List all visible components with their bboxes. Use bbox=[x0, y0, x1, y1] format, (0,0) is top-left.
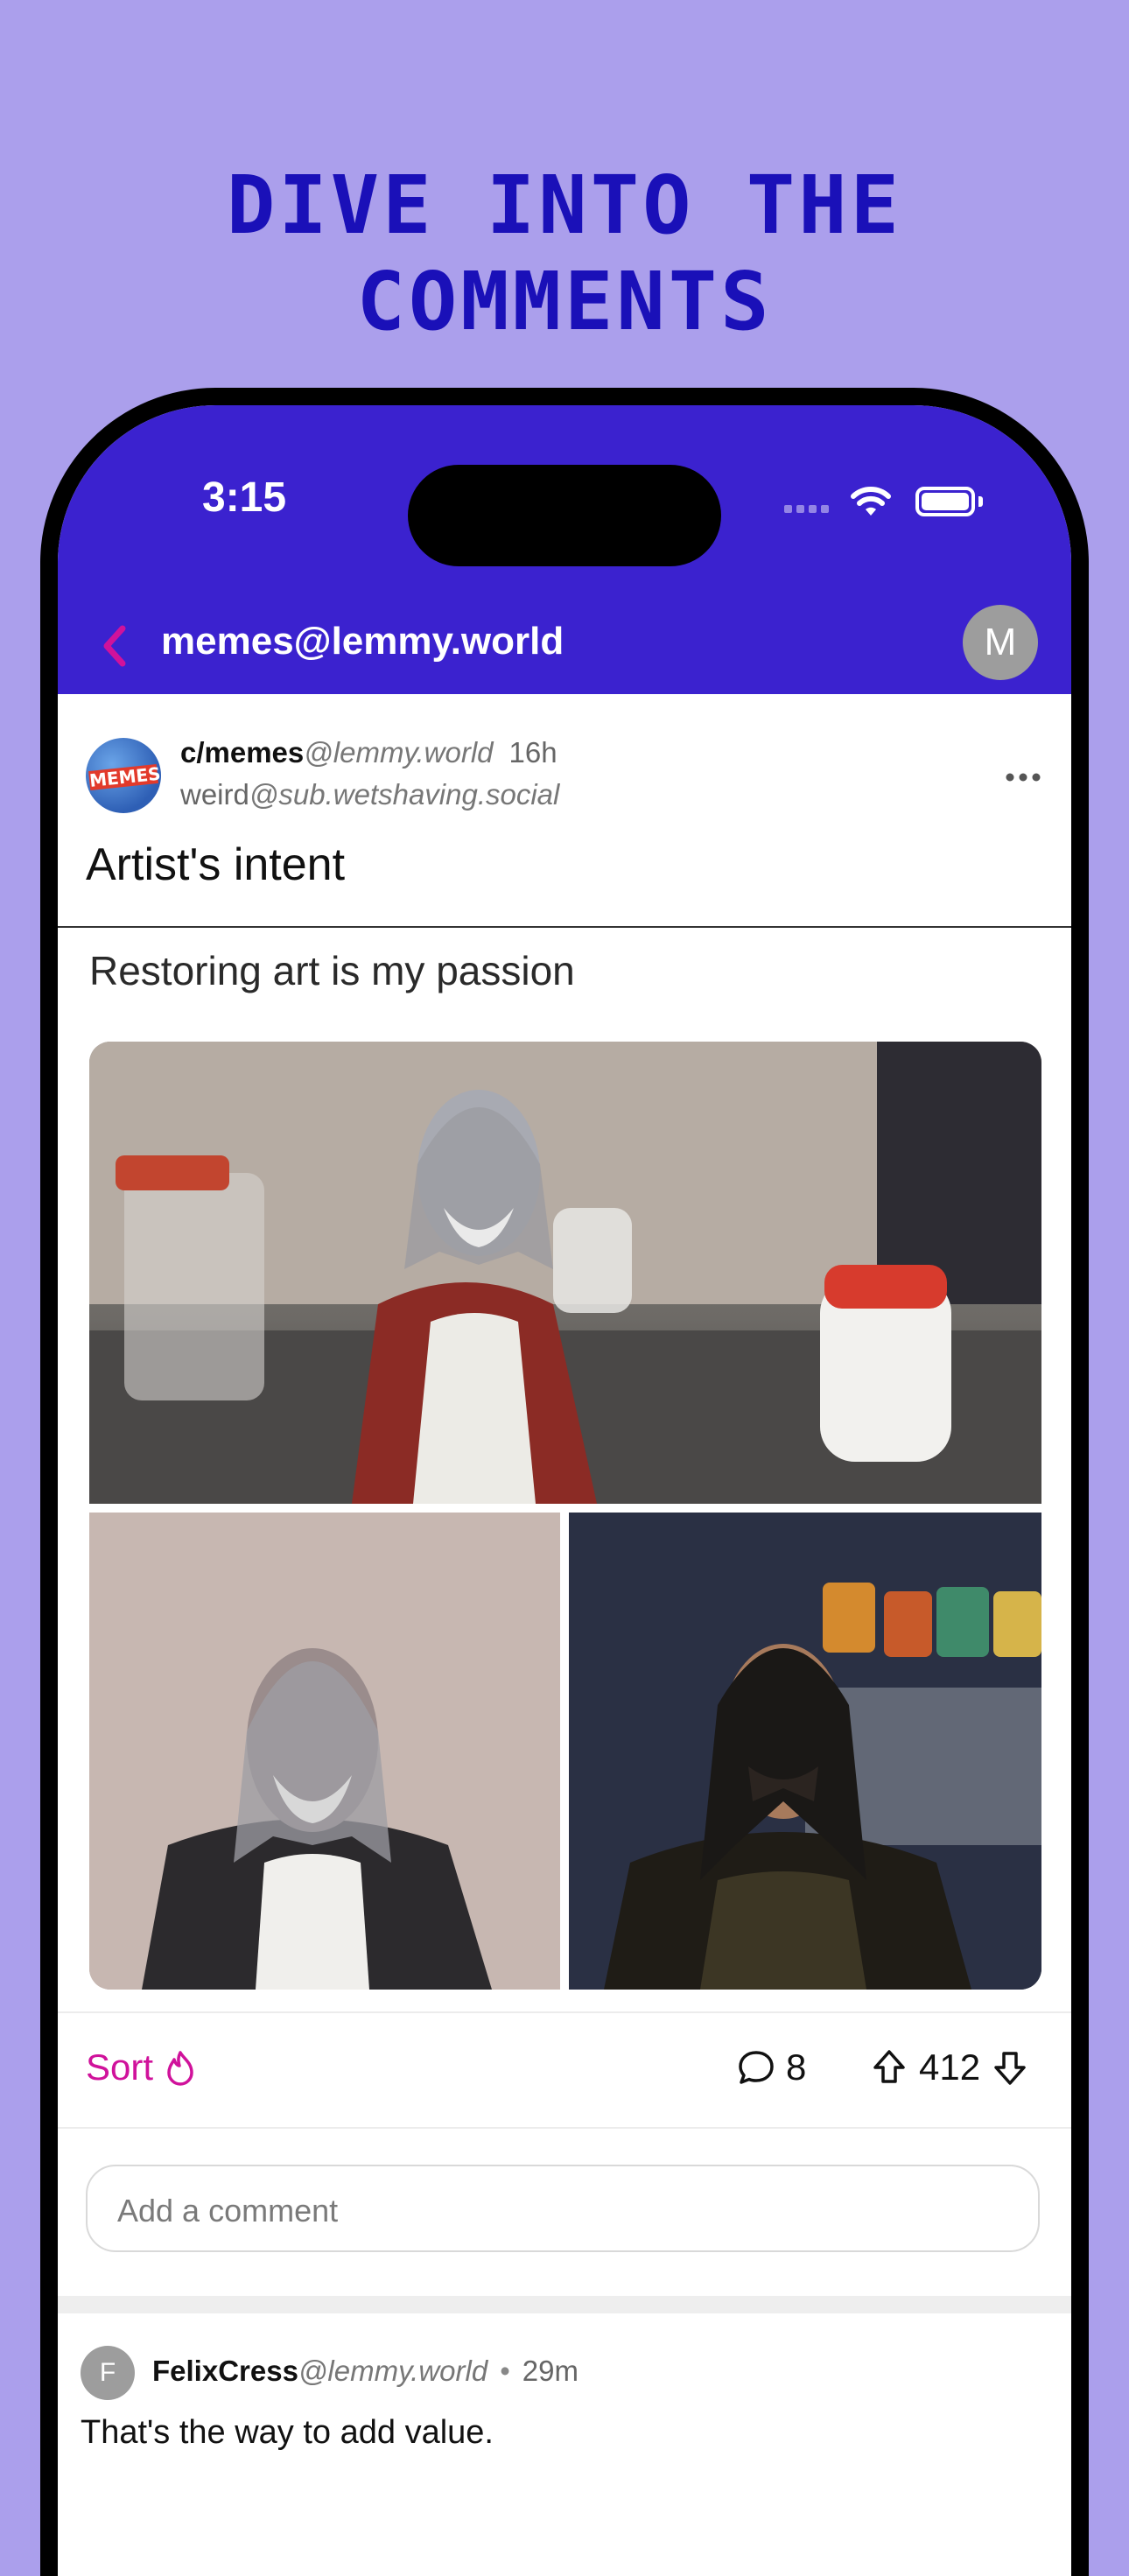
ellipsis-icon[interactable] bbox=[1001, 764, 1045, 790]
promo-headline: DIVE INTO THE COMMENTS bbox=[226, 158, 903, 348]
post-score: 412 bbox=[919, 2046, 981, 2088]
comment-count-button[interactable]: 8 bbox=[737, 2046, 806, 2088]
meta-separator: • bbox=[500, 2355, 510, 2387]
status-time: 3:15 bbox=[202, 474, 287, 521]
statue-photo-after bbox=[89, 1513, 560, 1990]
post-author-line: weird@sub.wetshaving.social bbox=[180, 778, 559, 811]
author-instance[interactable]: @sub.wetshaving.social bbox=[249, 778, 560, 811]
commenter-instance[interactable]: @lemmy.world bbox=[298, 2355, 487, 2387]
vote-controls: 412 bbox=[872, 2046, 1027, 2088]
comment-input[interactable]: Add a comment bbox=[86, 2165, 1040, 2252]
post-title: Artist's intent bbox=[86, 839, 346, 890]
commenter-name[interactable]: FelixCress bbox=[152, 2355, 298, 2387]
battery-icon bbox=[915, 487, 975, 516]
comment-age: 29m bbox=[522, 2355, 579, 2387]
community-title[interactable]: memes@lemmy.world bbox=[161, 615, 564, 668]
comment-count: 8 bbox=[786, 2046, 807, 2088]
nav-bar: memes@lemmy.world M bbox=[58, 593, 1071, 694]
comment-body: That's the way to add value. bbox=[81, 2414, 494, 2451]
post-header: MEMES c/memes@lemmy.world 16h weird@sub.w… bbox=[58, 694, 1071, 926]
battery-cap bbox=[978, 496, 983, 507]
post-community-line: c/memes@lemmy.world 16h bbox=[180, 736, 557, 769]
post-action-bar: Sort 8 412 bbox=[58, 2011, 1071, 2129]
statue-photo-before bbox=[89, 1042, 1041, 1504]
downvote-arrow-icon[interactable] bbox=[992, 2048, 1027, 2087]
back-chevron-icon[interactable] bbox=[93, 620, 137, 672]
post-image[interactable]: Restoring art is my passion bbox=[58, 926, 1071, 2013]
comment-meta: FelixCress@lemmy.world • 29m bbox=[152, 2355, 579, 2388]
post-age: 16h bbox=[508, 736, 557, 769]
phone-frame: 3:15 memes@lemmy.world M MEMES c/memes@l… bbox=[40, 388, 1089, 2576]
comment-item: F FelixCress@lemmy.world • 29m That's the … bbox=[58, 2313, 1071, 2488]
statue-photo-lemmy bbox=[569, 1513, 1041, 1990]
comment-bubble-icon bbox=[739, 2051, 774, 2084]
image-caption-text: Restoring art is my passion bbox=[89, 948, 575, 993]
sort-button[interactable]: Sort bbox=[86, 2046, 195, 2088]
dynamic-island bbox=[408, 465, 721, 566]
phone-screen: 3:15 memes@lemmy.world M MEMES c/memes@l… bbox=[58, 405, 1071, 2576]
sort-label: Sort bbox=[86, 2046, 154, 2088]
status-bar: 3:15 bbox=[58, 405, 1071, 593]
commenter-avatar[interactable]: F bbox=[81, 2346, 135, 2400]
wifi-icon bbox=[851, 487, 891, 516]
community-name[interactable]: c/memes bbox=[180, 736, 304, 769]
section-divider bbox=[58, 2296, 1071, 2313]
cellular-signal-icon bbox=[784, 502, 833, 517]
community-instance[interactable]: @lemmy.world bbox=[304, 736, 493, 769]
flame-icon bbox=[167, 2051, 193, 2086]
upvote-arrow-icon[interactable] bbox=[872, 2048, 907, 2087]
community-avatar[interactable]: MEMES bbox=[86, 738, 161, 813]
community-avatar-text: MEMES bbox=[88, 762, 161, 792]
author-name[interactable]: weird bbox=[180, 778, 249, 811]
account-avatar[interactable]: M bbox=[963, 605, 1038, 680]
